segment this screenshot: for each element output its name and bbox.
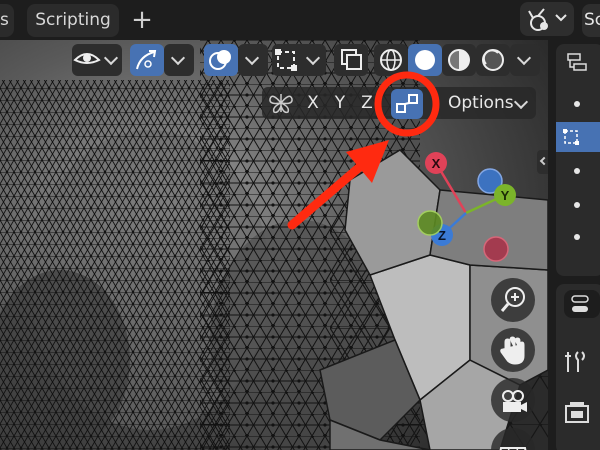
chevron-down-icon bbox=[516, 50, 532, 66]
render-properties-icon[interactable] bbox=[556, 394, 600, 434]
options-menu-button[interactable]: Options bbox=[448, 90, 514, 116]
grid-view-icon bbox=[499, 447, 527, 450]
chevron-left-icon bbox=[539, 156, 548, 166]
workspace-tab-scripting[interactable]: Scripting bbox=[27, 4, 119, 37]
scene-icon bbox=[528, 8, 567, 31]
pan-button[interactable] bbox=[491, 328, 535, 372]
shading-menu-button[interactable] bbox=[510, 44, 540, 76]
rendered-shading-icon bbox=[482, 49, 504, 71]
3d-viewport[interactable]: X Y Z Options X Y Z bbox=[0, 40, 548, 450]
zoom-icon bbox=[500, 287, 525, 312]
gizmo-menu-button[interactable] bbox=[164, 44, 194, 76]
mesh-edit-overlay-icon bbox=[563, 129, 579, 145]
mesh-edit-overlay-icon bbox=[275, 49, 297, 71]
add-workspace-button[interactable]: + bbox=[127, 4, 157, 37]
overlays-toggle-button[interactable] bbox=[204, 44, 238, 76]
properties-toggle[interactable] bbox=[564, 290, 600, 318]
visibility-menu-button[interactable] bbox=[72, 44, 122, 76]
material-shading-button[interactable] bbox=[442, 44, 476, 76]
scene-selector-button[interactable] bbox=[520, 2, 574, 36]
properties-panel bbox=[556, 284, 600, 450]
gizmo-y-label: Y bbox=[501, 188, 510, 203]
solid-shading-button[interactable] bbox=[408, 44, 442, 76]
chevron-down-icon bbox=[170, 50, 186, 66]
material-shading-icon bbox=[448, 49, 470, 71]
gizmo-neg-y-handle[interactable] bbox=[417, 210, 443, 236]
xray-toggle-button[interactable] bbox=[334, 44, 368, 76]
tool-settings-icon[interactable] bbox=[556, 344, 600, 384]
outliner-item-dot[interactable] bbox=[574, 168, 580, 174]
overlays-icon bbox=[209, 50, 231, 70]
gizmo-toggle-button[interactable] bbox=[130, 44, 164, 76]
outliner-panel bbox=[556, 44, 600, 276]
toggle-icon bbox=[571, 295, 589, 312]
mirror-z-button[interactable]: Z bbox=[354, 90, 380, 116]
gizmo-x-label: X bbox=[432, 156, 441, 171]
workspace-tab-bar: s Scripting + Sc bbox=[0, 0, 600, 40]
gizmo-neg-x-handle[interactable] bbox=[483, 236, 509, 262]
auto-merge-icon bbox=[396, 94, 418, 113]
outliner-icon bbox=[567, 53, 587, 71]
zoom-button[interactable] bbox=[491, 278, 535, 322]
workspace-tab-previous[interactable]: s bbox=[0, 4, 14, 37]
pan-hand-icon bbox=[500, 336, 525, 365]
overlays-menu-button[interactable] bbox=[238, 44, 268, 76]
sidebar-toggle-button[interactable] bbox=[537, 150, 548, 174]
scene-name-field[interactable]: Sc bbox=[582, 4, 600, 37]
chevron-down-icon bbox=[103, 50, 119, 66]
butterfly-mirror-icon bbox=[269, 94, 293, 114]
mirror-toggle-button[interactable] bbox=[266, 90, 296, 116]
camera-view-button[interactable] bbox=[491, 378, 535, 422]
navigation-gizmo[interactable]: X Y Z bbox=[410, 145, 530, 275]
right-side-panel bbox=[552, 40, 600, 450]
mirror-x-button[interactable]: X bbox=[300, 90, 326, 116]
camera-view-icon bbox=[502, 390, 527, 412]
mesh-edit-overlay-button[interactable] bbox=[272, 44, 326, 76]
chevron-down-icon bbox=[244, 50, 260, 66]
outliner-item-dot[interactable] bbox=[574, 202, 580, 208]
xray-icon bbox=[341, 49, 362, 70]
outliner-item-dot[interactable] bbox=[574, 234, 580, 240]
wireframe-shading-button[interactable] bbox=[374, 44, 408, 76]
outliner-item-dot[interactable] bbox=[574, 101, 580, 107]
visibility-eye-icon bbox=[73, 53, 101, 64]
grid-view-button[interactable] bbox=[491, 428, 535, 450]
auto-merge-vertices-toggle[interactable] bbox=[391, 89, 423, 119]
rendered-shading-button[interactable] bbox=[476, 44, 510, 76]
mirror-y-button[interactable]: Y bbox=[327, 90, 353, 116]
chevron-down-icon bbox=[305, 50, 321, 66]
gizmo-arrow-icon bbox=[136, 50, 157, 70]
outliner-item-selected[interactable] bbox=[556, 122, 600, 152]
solid-shading-icon bbox=[415, 50, 435, 70]
wireframe-shading-icon bbox=[380, 49, 402, 71]
